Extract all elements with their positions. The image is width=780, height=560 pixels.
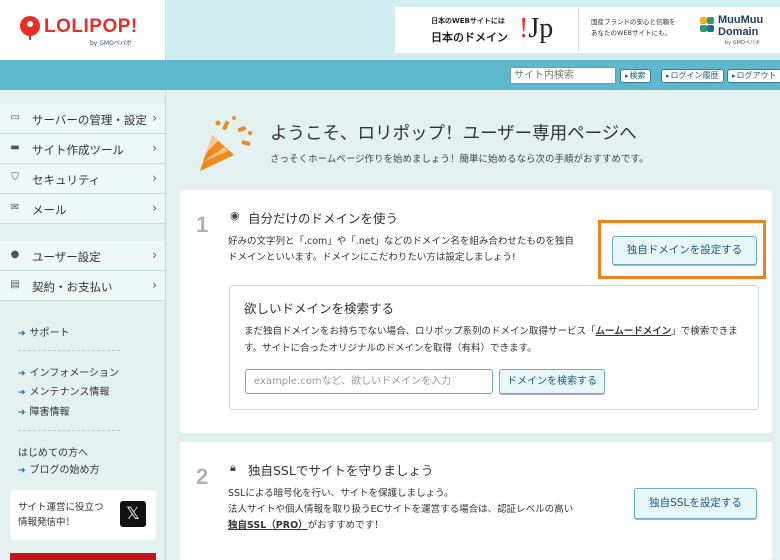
banner-line2: 日本のドメイン <box>431 31 508 44</box>
x-promo-text: サイト運営に役立つ 情報発信中！ <box>18 502 104 528</box>
arrow-right-icon: ➔ <box>18 329 26 339</box>
sidebar-link-blog[interactable]: ➔ ブログの始め方 <box>18 461 100 476</box>
lock-icon: 🔒︎ <box>230 461 236 474</box>
sidebar-item-mail[interactable]: ✉ メール › <box>0 194 165 224</box>
sidebar-item-billing[interactable]: ▤ 契約・お支払い › <box>0 271 165 301</box>
arrow-right-icon: ▸ <box>666 72 670 80</box>
arrow-right-icon: ➔ <box>18 408 26 418</box>
arrow-right-icon: ➔ <box>18 466 26 476</box>
chevron-right-icon: › <box>152 111 157 125</box>
server-icon: ▭ <box>10 112 20 123</box>
ssl-setup-button[interactable]: 独自SSLを設定する <box>634 488 757 519</box>
mail-icon: ✉ <box>10 202 20 213</box>
arrow-right-icon: ➔ <box>18 388 26 398</box>
domain-search-button[interactable]: ドメインを検索する <box>499 369 605 394</box>
step1-title: 自分だけのドメインを使う <box>248 211 399 226</box>
chevron-right-icon: › <box>152 171 157 185</box>
arrow-right-icon: ➔ <box>18 369 26 379</box>
domain-search-input[interactable] <box>245 369 493 394</box>
sidebar-link-support[interactable]: ➔ サポート <box>18 324 70 339</box>
highlight-box <box>598 220 766 279</box>
sidebar-item-server[interactable]: ▭ サーバーの管理・設定 › <box>0 104 165 134</box>
welcome-title: ようこそ、ロリポップ！ユーザー専用ページへ <box>270 124 637 144</box>
muumuu-domain-text: MuuMuu Domain <box>718 14 764 38</box>
sidebar-divider <box>18 350 120 351</box>
sidebar-item-site-tools[interactable]: ▬ サイト作成ツール › <box>0 134 165 164</box>
sidebar-item-user-settings[interactable]: ● ユーザー設定 › <box>0 241 165 271</box>
site-search-input[interactable] <box>510 67 616 84</box>
jp-mark: !Jp <box>519 13 554 44</box>
card-icon: ▤ <box>10 279 20 290</box>
step-number: 1 <box>196 212 209 237</box>
search-button[interactable]: ▸検索 <box>620 69 651 83</box>
muumuu-logo-icon <box>700 17 714 33</box>
header: LOLIPOP! by GMOペパボ 日本のWEBサイトには 日本のドメイン !… <box>0 0 780 60</box>
step2-title: 独自SSLでサイトを守りましょう <box>248 463 434 478</box>
arrow-right-icon: ▸ <box>732 72 736 80</box>
login-history-button[interactable]: ▸ログイン履歴 <box>661 69 724 83</box>
chevron-right-icon: › <box>152 201 157 215</box>
domain-search-title: 欲しいドメインを検索する <box>244 301 395 316</box>
step1-desc: 好みの文字列と「.com」や「.net」などのドメイン名を組み合わせたものを独自… <box>228 236 574 263</box>
logo-sub: by GMOペパボ <box>90 40 132 47</box>
step2-desc: SSLによる暗号化を行い、サイトを保護しましょう。 法人サイトや個人情報を取り扱う… <box>228 488 574 531</box>
sidebar-link-maintenance[interactable]: ➔ メンテナンス情報 <box>18 383 109 398</box>
step-number: 2 <box>196 464 209 489</box>
banner-desc: 国産ブランドの安心と信頼を あなたのWEBサイトにも。 <box>591 18 676 37</box>
welcome-subtitle: さっそくホームページ作りを始めましょう！簡単に始めるなら次の手順がおすすめです。 <box>270 154 649 165</box>
logo-mark-icon <box>20 16 40 40</box>
sidebar-item-security[interactable]: ⛉ セキュリティ › <box>0 164 165 194</box>
chevron-right-icon: › <box>152 278 157 292</box>
banner-line1: 日本のWEBサイトには <box>431 17 505 25</box>
arrow-right-icon: ▸ <box>625 72 629 80</box>
x-promo-card[interactable]: サイト運営に役立つ 情報発信中！ 𝕏 <box>10 490 156 540</box>
x-logo-icon: 𝕏 <box>120 501 146 527</box>
sidebar-link-information[interactable]: ➔ インフォメーション <box>18 364 119 379</box>
sidebar-link-outage[interactable]: ➔ 障害情報 <box>18 403 70 418</box>
muumuu-domain-link[interactable]: ムームードメイン <box>596 326 672 337</box>
muumuu-sub: by GMOペパボ <box>725 40 760 46</box>
shield-icon: ⛉ <box>11 172 19 183</box>
user-icon: ● <box>10 249 20 260</box>
jp-domain-banner[interactable]: 日本のWEBサイトには 日本のドメイン !Jp 国産ブランドの安心と信頼を あなた… <box>395 7 780 53</box>
party-cracker-icon <box>200 116 252 171</box>
globe-icon: ◉ <box>230 209 240 222</box>
laptop-icon: ▬ <box>10 142 20 153</box>
lolipop-logo[interactable]: LOLIPOP! by GMOペパボ <box>0 0 166 60</box>
sidebar-divider <box>18 430 120 431</box>
sidebar-link-beginners[interactable]: はじめての方へ <box>18 444 88 459</box>
ssl-pro-link[interactable]: 独自SSL（PRO） <box>228 520 308 531</box>
sidebar-banner-strip[interactable] <box>10 553 156 560</box>
domain-search-desc: まだ独自ドメインをお持ちでない場合、ロリポップ系列のドメイン取得サービス「ムーム… <box>244 326 738 354</box>
chevron-right-icon: › <box>152 141 157 155</box>
domain-search-box: 欲しいドメインを検索する まだ独自ドメインをお持ちでない場合、ロリポップ系列のド… <box>229 285 759 410</box>
banner-divider <box>578 7 579 53</box>
logo-text: LOLIPOP! <box>44 16 138 37</box>
chevron-right-icon: › <box>152 248 157 262</box>
logout-button[interactable]: ▸ログアウト <box>727 69 780 83</box>
